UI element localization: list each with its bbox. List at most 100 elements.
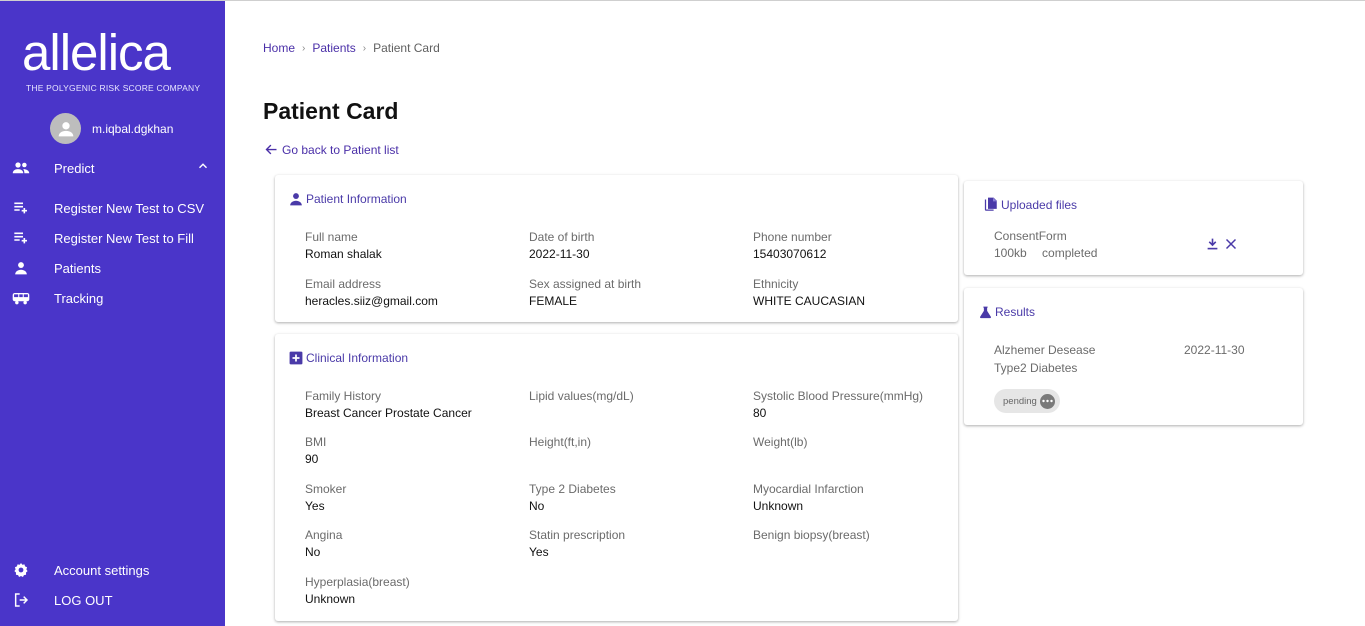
field-statin-prescription: Statin prescription Yes [529,528,744,560]
bus-icon [12,289,30,307]
sidebar-item-label: LOG OUT [54,592,113,608]
field-benign-biopsy: Benign biopsy(breast) [753,528,968,545]
field-full-name: Full name Roman shalak [305,230,520,262]
brand-tagline: THE POLYGENIC RISK SCORE COMPANY [26,83,201,93]
sidebar-item-register-fill[interactable]: Register New Test to Fill [0,223,225,253]
field-label: Height(ft,in) [529,435,592,449]
field-value: Yes [305,499,325,513]
breadcrumb-separator-icon: › [362,42,367,54]
person-icon [290,193,302,206]
brand-logo[interactable]: allelica THE POLYGENIC RISK SCORE COMPAN… [22,24,212,94]
playlist-add-icon [12,199,30,217]
field-value: Unknown [753,499,804,513]
card-header: Clinical Information [289,351,408,365]
field-value: Roman shalak [305,247,382,261]
field-label: Sex assigned at birth [529,277,642,291]
field-label: Statin prescription [529,528,626,542]
field-label: Type 2 Diabetes [529,482,616,496]
field-sex-assigned-at-birth: Sex assigned at birth FEMALE [529,277,744,309]
field-label: Date of birth [529,230,595,244]
sidebar-item-tracking[interactable]: Tracking [0,283,225,313]
field-value: 80 [753,406,767,420]
medical-plus-icon [289,351,303,365]
field-value: Breast Cancer Prostate Cancer [305,406,472,420]
field-label: Myocardial Infarction [753,482,864,496]
status-badge[interactable]: pending [994,389,1060,413]
breadcrumb-home-link[interactable]: Home [263,41,295,55]
field-value: 15403070612 [753,247,827,261]
page-title: Patient Card [263,98,399,124]
patient-information-card: Patient Information Full name Roman shal… [275,175,958,322]
download-icon[interactable] [1205,237,1219,251]
field-systolic-blood-pressure: Systolic Blood Pressure(mmHg) 80 [753,389,968,421]
sidebar-item-predict[interactable]: Predict [0,153,225,183]
breadcrumb-separator-icon: › [302,42,306,54]
people-icon [12,159,30,177]
logout-icon [12,591,30,609]
result-date: 2022-11-30 [1184,343,1245,357]
close-icon[interactable] [1224,237,1238,251]
playlist-add-icon [12,229,30,247]
field-label: Email address [305,277,382,291]
user-name: m.iqbal.dgkhan [92,121,174,136]
field-label: Lipid values(mg/dL) [529,389,634,403]
field-type-2-diabetes: Type 2 Diabetes No [529,482,744,514]
person-icon [12,259,30,277]
field-label: Weight(lb) [753,435,808,449]
sidebar-item-label: Register New Test to Fill [54,230,194,246]
field-value: WHITE CAUCASIAN [753,294,866,308]
field-label: Benign biopsy(breast) [753,528,870,542]
field-label: Ethnicity [753,277,799,291]
field-value: FEMALE [529,294,578,308]
field-value: 90 [305,452,319,466]
card-header: Uploaded files [983,197,1077,212]
card-title: Clinical Information [306,351,409,365]
gear-icon [12,561,30,579]
uploaded-files-card: Uploaded files ConsentForm 100kb complet… [964,181,1303,275]
back-to-patient-list-link[interactable]: Go back to Patient list [264,142,399,157]
arrow-left-icon [265,144,277,155]
card-header: Patient Information [289,192,407,206]
sidebar-item-logout[interactable]: LOG OUT [0,585,225,615]
back-link-label: Go back to Patient list [282,142,399,157]
more-horizontal-icon [1039,393,1055,409]
flask-icon [979,306,992,319]
sidebar-item-patients[interactable]: Patients [0,253,225,283]
file-status: completed [1042,246,1098,260]
brand-name: allelica [22,24,171,81]
avatar [50,113,81,144]
chevron-up-icon[interactable] [196,159,210,178]
sidebar-item-label: Tracking [54,290,104,306]
sidebar-item-label: Register New Test to CSV [54,200,205,216]
field-angina: Angina No [305,528,520,560]
clinical-information-card: Clinical Information Family History Brea… [275,334,958,621]
card-title: Patient Information [306,192,407,206]
field-height: Height(ft,in) [529,435,744,452]
field-label: Smoker [305,482,347,496]
field-value: No [529,499,545,513]
results-card: Results Alzhemer Desease 2022-11-30 Type… [964,288,1303,425]
user-profile[interactable]: m.iqbal.dgkhan [50,113,173,144]
breadcrumb: Home › Patients › Patient Card [263,41,440,55]
sidebar-item-account-settings[interactable]: Account settings [0,555,225,585]
field-label: Family History [305,389,382,403]
sidebar-item-label: Account settings [54,562,150,578]
file-name: ConsentForm [994,229,1067,243]
field-label: Angina [305,528,343,542]
field-value: No [305,545,321,559]
file-meta: 100kb completed [994,246,1097,260]
card-title: Results [995,305,1036,319]
result-name: Alzhemer Desease [994,343,1096,357]
sidebar-item-label: Patients [54,260,101,276]
field-email-address: Email address heracles.siiz@gmail.com [305,277,520,309]
result-name: Type2 Diabetes [994,361,1078,375]
field-label: Phone number [753,230,832,244]
card-title: Uploaded files [1001,197,1078,212]
field-bmi: BMI 90 [305,435,520,467]
field-hyperplasia: Hyperplasia(breast) Unknown [305,575,520,607]
field-value: heracles.siiz@gmail.com [305,294,438,308]
breadcrumb-patients-link[interactable]: Patients [312,41,355,55]
file-copy-icon [984,197,997,211]
sidebar-item-register-csv[interactable]: Register New Test to CSV [0,193,225,223]
sidebar: allelica THE POLYGENIC RISK SCORE COMPAN… [0,1,225,626]
